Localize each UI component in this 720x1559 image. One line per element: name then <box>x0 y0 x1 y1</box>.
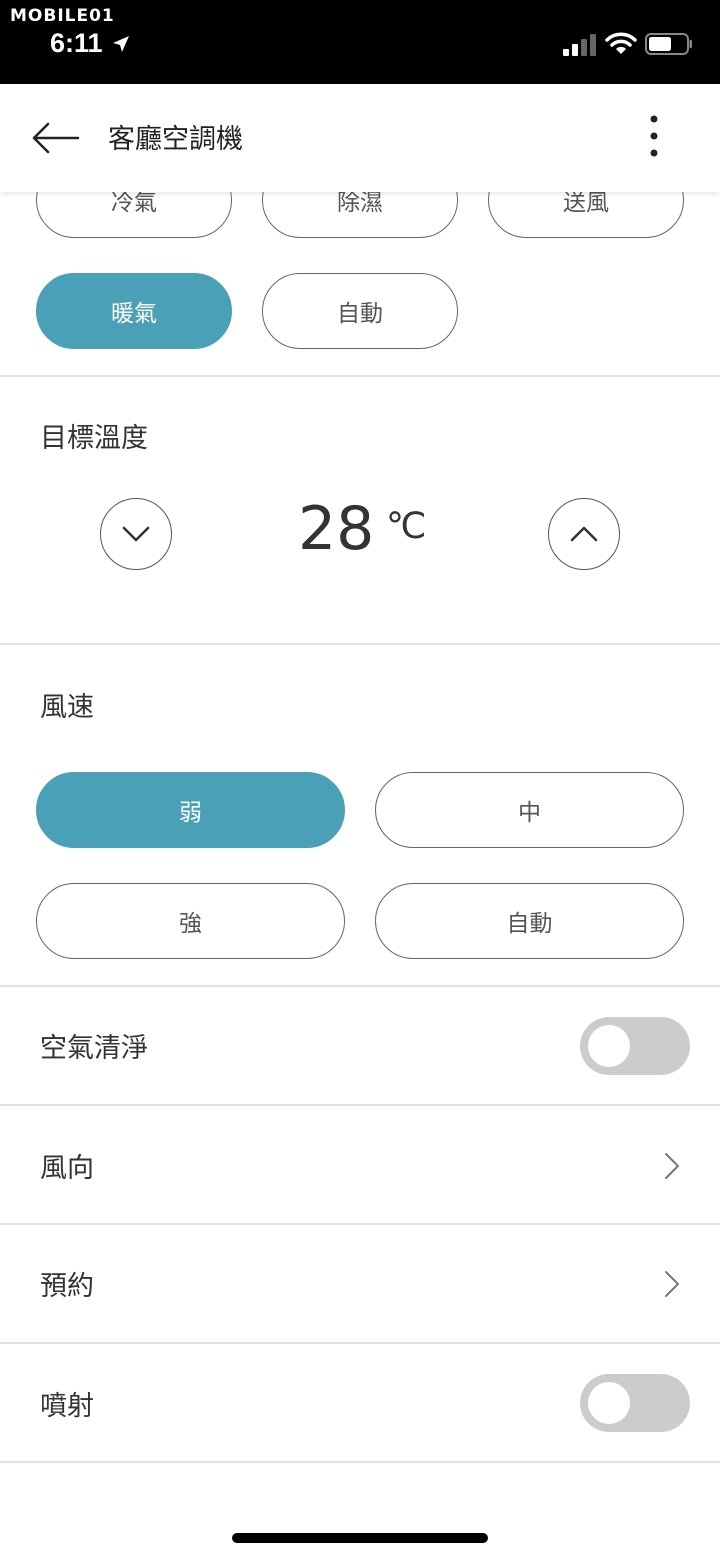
mode-heat-button[interactable]: 暖氣 <box>36 273 232 349</box>
temperature-value: 28 <box>298 494 375 564</box>
mode-auto-button[interactable]: 自動 <box>262 273 458 349</box>
divider <box>0 1104 720 1106</box>
divider <box>0 1223 720 1225</box>
divider <box>0 1342 720 1344</box>
chevron-right-icon[interactable] <box>664 1270 680 1298</box>
wind-direction-label[interactable]: 風向 <box>40 1146 94 1185</box>
divider <box>0 643 720 645</box>
air-purify-toggle[interactable] <box>580 1017 690 1075</box>
air-purify-label: 空氣清淨 <box>40 1033 148 1064</box>
fan-low-button[interactable]: 弱 <box>36 772 345 848</box>
page-title: 客廳空調機 <box>108 124 243 155</box>
fan-high-button[interactable]: 強 <box>36 883 345 959</box>
temp-down-button[interactable] <box>100 498 172 570</box>
divider <box>0 985 720 987</box>
chevron-down-icon <box>122 526 150 542</box>
content-area: 冷氣 除濕 送風 暖氣 自動 目標溫度 28 ℃ 風速 弱 中 強 自動 空氣清… <box>0 0 720 1559</box>
chevron-right-icon[interactable] <box>664 1152 680 1180</box>
toggle-knob <box>588 1382 630 1424</box>
jet-toggle[interactable] <box>580 1374 690 1432</box>
reservation-label[interactable]: 預約 <box>40 1264 94 1303</box>
chevron-up-icon <box>570 526 598 542</box>
divider <box>0 375 720 377</box>
fan-auto-button[interactable]: 自動 <box>375 883 684 959</box>
target-temp-label: 目標溫度 <box>40 423 148 454</box>
toggle-knob <box>588 1025 630 1067</box>
back-arrow-icon[interactable] <box>30 120 80 156</box>
jet-label: 噴射 <box>40 1391 94 1422</box>
more-vertical-icon[interactable] <box>646 114 662 162</box>
temp-up-button[interactable] <box>548 498 620 570</box>
fan-speed-label: 風速 <box>40 692 94 723</box>
fan-medium-button[interactable]: 中 <box>375 772 684 848</box>
temperature-unit: ℃ <box>386 506 427 547</box>
divider <box>0 1461 720 1463</box>
